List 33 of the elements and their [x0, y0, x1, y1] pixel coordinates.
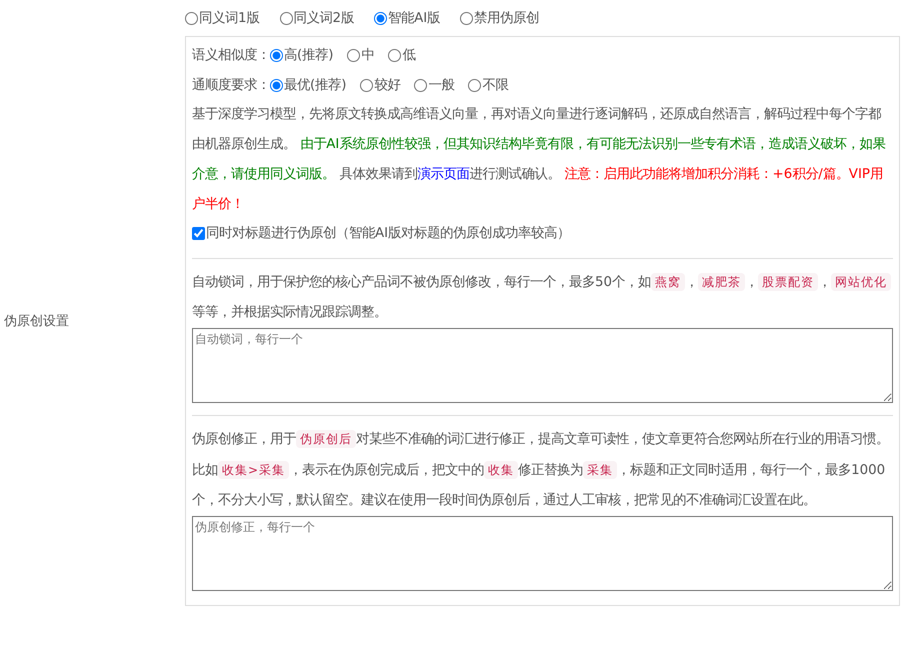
correction-description: 伪原创修正，用于 伪原创后 对某些不准确的词汇进行修正，提高文章可读性，使文章更符合您网站所在行业的用语习惯。比如 收集>采集 ，表示在伪原创完成后，把文中的 收集 修正替换为 采集 ，标题和正文同时适用，每行一个，最多1000个，不分大小写，默认留空。建议在使用一段时间伪原创后，通过人工审核，把常见的不准确词汇设置在此。 [192, 429, 890, 510]
radio-label: 不限 [482, 77, 508, 94]
radio-label: 最优(推荐) [284, 76, 346, 94]
correction-field[interactable]: 伪原创修正，每行一个 [192, 516, 893, 591]
radio-button[interactable] [360, 78, 374, 92]
radio-label: 高(推荐) [284, 46, 334, 64]
section-label: 伪原创设置 [3, 313, 69, 330]
radio-button[interactable] [270, 78, 283, 92]
radio-label: 一般 [428, 77, 454, 94]
radio-label: 同义词2版 [294, 10, 354, 27]
radio-button[interactable] [280, 12, 293, 24]
radio-button[interactable] [185, 12, 198, 24]
lock-words-description: 自动锁词，用于保护您的核心产品词不被伪原创修改，每行一个，最多50个，如 燕窝 ， 减肥茶 ， 股票配资 ， 网站优化 等等，并根据实际情况跟踪调整。 [192, 267, 893, 328]
radio-button[interactable] [374, 12, 388, 24]
radio-button[interactable] [347, 48, 360, 62]
radio-label: 同义词1版 [199, 10, 260, 27]
radio-button[interactable] [468, 78, 482, 92]
radio-label: 禁用伪原创 [474, 10, 540, 27]
option-label: 语义相似度： [192, 46, 270, 64]
checkbox[interactable] [192, 226, 205, 240]
option-label: 通顺度要求： [192, 76, 270, 94]
checkbox-label: 同时对标题进行伪原创（智能AI版对标题的伪原创成功率较高） [206, 224, 570, 242]
radio-button[interactable] [460, 12, 474, 24]
radio-button[interactable] [388, 48, 402, 62]
radio-button[interactable] [414, 78, 428, 92]
radio-label: 中 [361, 46, 374, 64]
ai-description: 基于深度学习模型，先将原文转换成高维语义向量，再对语义向量进行逐词解码，还原成自然语言，解码过程中每个字都由机器原创生成。 由于AI系统原创性较强，但其知识结构毕竟有限，有可能无法识别一些专有术语，造成语义破坏，如果介意，请使用同义词版。 具体效果请到演示页面进行测试确认。 注意：启用此功能将增加积分消耗：+6积分/篇。VIP用户半价！ [192, 106, 886, 214]
demo-page-link[interactable]: 演示页面 [417, 167, 470, 182]
radio-label: 低 [402, 47, 416, 64]
radio-button[interactable] [270, 48, 283, 62]
lock-words-field[interactable]: 自动锁词，每行一个 [192, 328, 893, 403]
radio-label: 智能AI版 [388, 10, 440, 27]
radio-label: 较好 [374, 77, 400, 94]
